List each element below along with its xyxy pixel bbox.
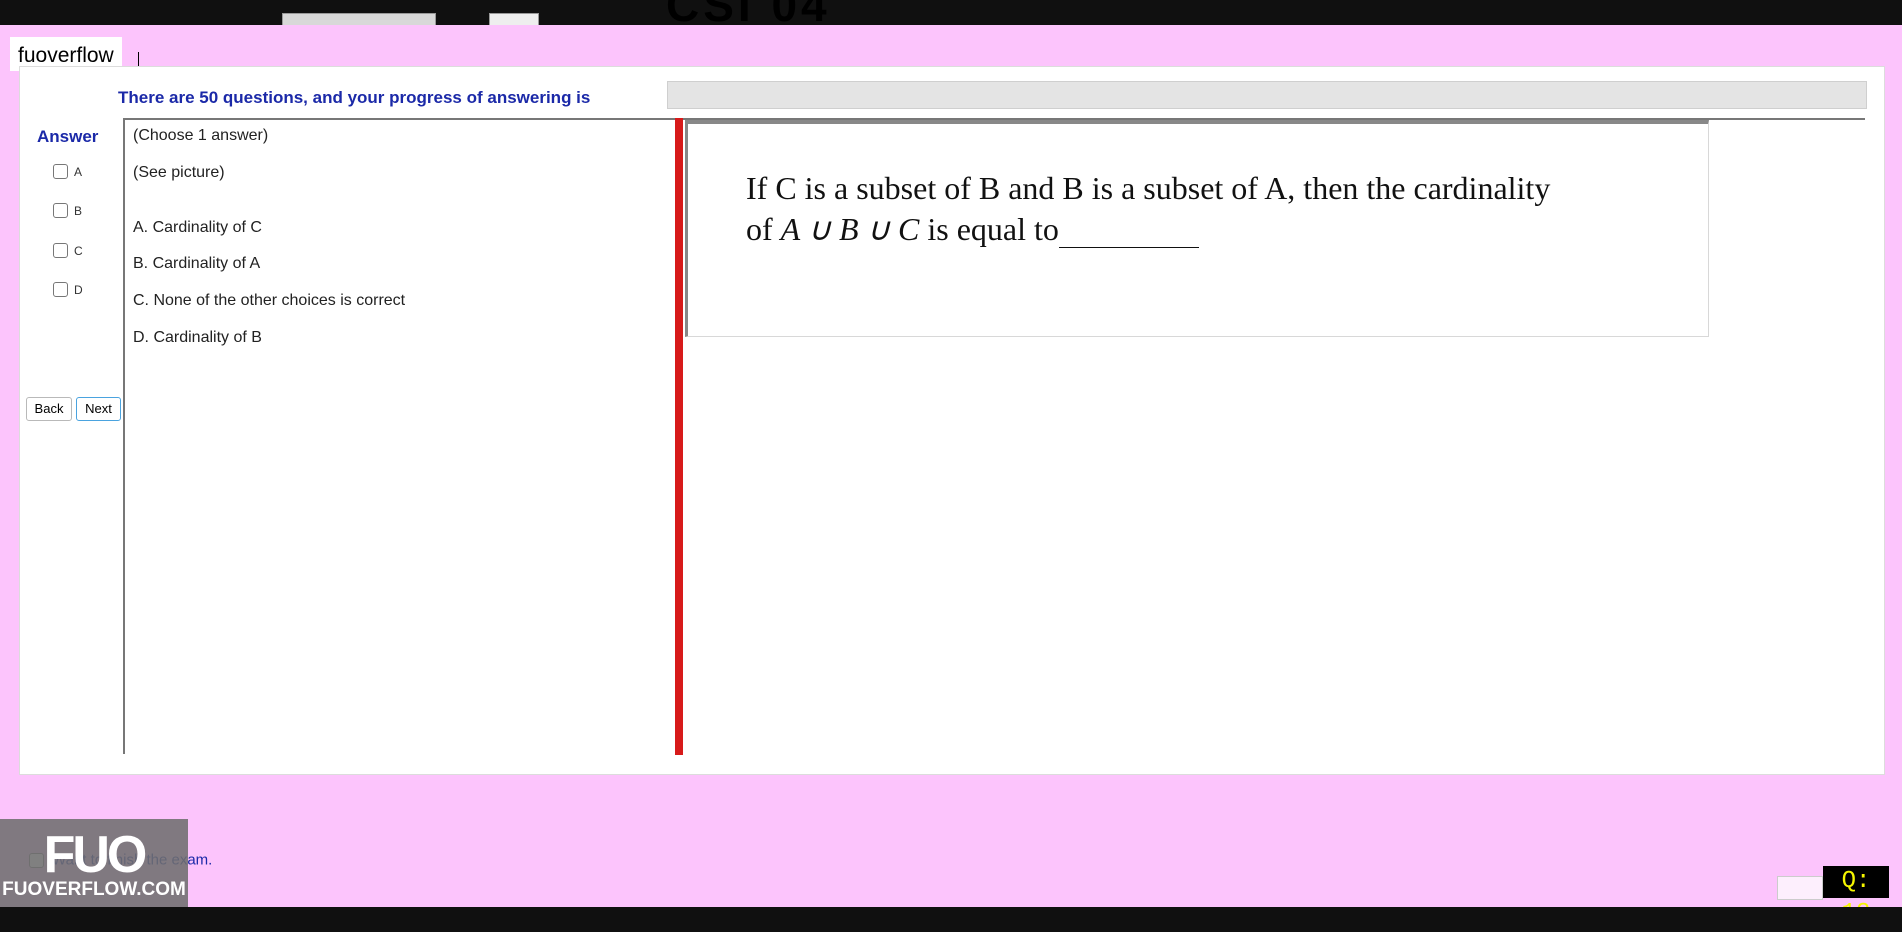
watermark-domain: FUOVERFLOW.COM — [2, 879, 186, 900]
choice-b: B. Cardinality of A — [133, 255, 261, 272]
back-button[interactable]: Back — [26, 397, 72, 421]
progress-text: There are 50 questions, and your progres… — [118, 88, 591, 107]
answer-heading: Answer — [37, 127, 99, 146]
line2-suffix: is equal to — [919, 211, 1059, 247]
watermark-logo-text: FUO — [43, 826, 148, 884]
checkbox-b[interactable] — [53, 203, 68, 219]
choice-c: C. None of the other choices is correct — [133, 292, 406, 309]
option-label-a: A — [74, 164, 83, 179]
question-image: If C is a subset of B and B is a subset … — [685, 120, 1709, 337]
watermark-logo: FUO FUOVERFLOW.COM — [0, 819, 188, 907]
checkbox-c[interactable] — [53, 243, 68, 259]
question-image-line1: If C is a subset of B and B is a subset … — [746, 170, 1551, 206]
answer-blank — [1058, 219, 1199, 248]
answer-option-d[interactable]: D — [53, 282, 83, 298]
answer-option-c[interactable]: C — [53, 243, 83, 259]
option-label-b: B — [74, 203, 83, 218]
answer-option-a[interactable]: A — [53, 164, 83, 180]
question-instruction: (Choose 1 answer) — [133, 127, 269, 144]
choice-d: D. Cardinality of B — [133, 329, 262, 346]
question-text-panel — [123, 118, 675, 754]
top-dropdown[interactable] — [282, 13, 436, 25]
line2-prefix: of — [746, 211, 781, 247]
checkbox-a[interactable] — [53, 164, 68, 180]
checkbox-d[interactable] — [53, 282, 68, 298]
question-counter: Q: 13 — [1823, 866, 1889, 927]
top-bar: CSI 04 — [0, 0, 1902, 25]
top-small-input[interactable] — [489, 13, 539, 25]
option-label-d: D — [74, 282, 83, 297]
panel-divider[interactable] — [675, 118, 683, 755]
exam-code-title: CSI 04 — [666, 0, 831, 25]
question-jump-input[interactable] — [1777, 876, 1823, 900]
next-button[interactable]: Next — [76, 397, 121, 421]
line2-math: A ∪ B ∪ C — [780, 211, 920, 247]
choice-a: A. Cardinality of C — [133, 219, 262, 236]
option-label-c: C — [74, 243, 83, 258]
question-see-picture: (See picture) — [133, 164, 225, 181]
answer-option-b[interactable]: B — [53, 203, 83, 219]
question-image-line2: of A ∪ B ∪ C is equal to — [746, 210, 1199, 248]
progress-bar — [667, 81, 1867, 109]
bottom-bar — [0, 907, 1902, 932]
